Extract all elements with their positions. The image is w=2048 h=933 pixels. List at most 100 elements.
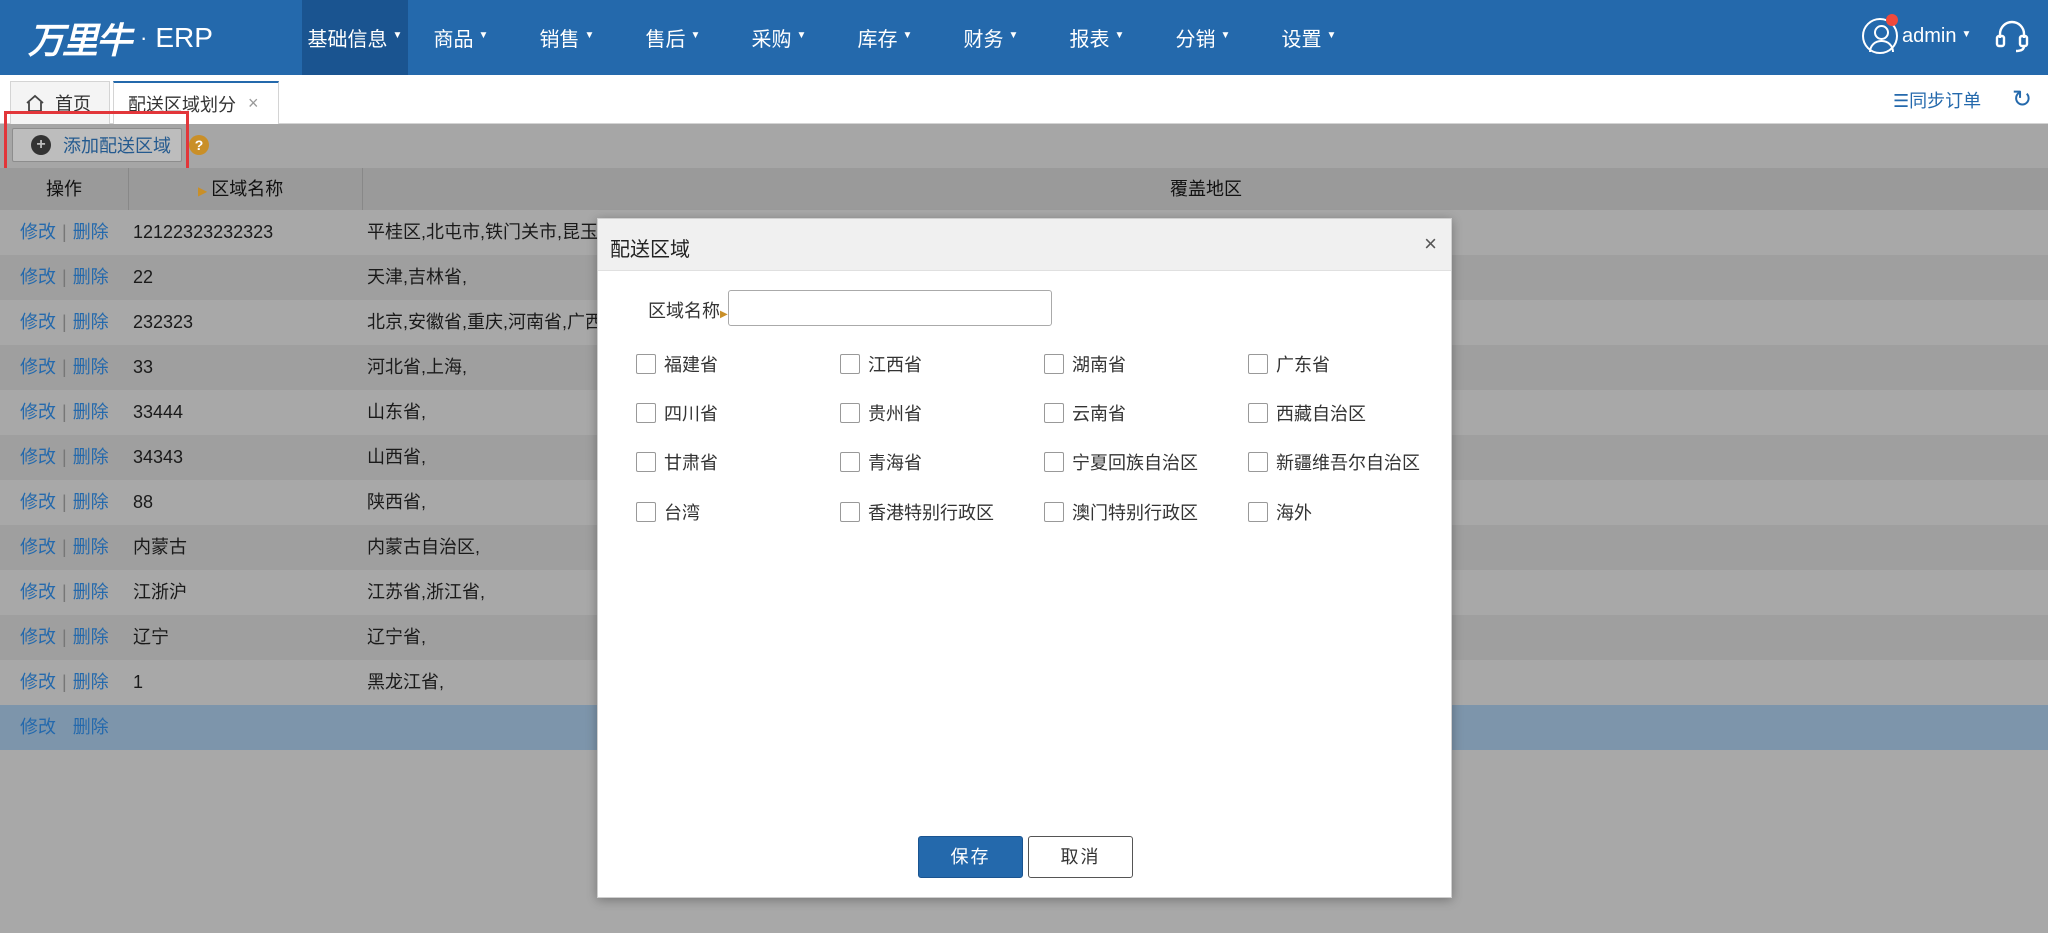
- edit-link[interactable]: 修改: [20, 447, 56, 467]
- province-checkbox[interactable]: 甘肃省: [636, 449, 718, 475]
- delete-link[interactable]: 删除: [73, 222, 109, 242]
- edit-link[interactable]: 修改: [20, 312, 56, 332]
- edit-link[interactable]: 修改: [20, 402, 56, 422]
- province-checkbox[interactable]: 四川省: [636, 400, 718, 426]
- delete-link[interactable]: 删除: [73, 717, 109, 737]
- headset-icon[interactable]: [1994, 18, 2030, 54]
- cancel-button[interactable]: 取消: [1028, 836, 1133, 878]
- area-name: 内蒙古: [133, 537, 187, 557]
- checkbox[interactable]: [1044, 403, 1064, 423]
- checkbox[interactable]: [840, 354, 860, 374]
- edit-link[interactable]: 修改: [20, 717, 56, 737]
- checkbox[interactable]: [636, 452, 656, 472]
- province-checkbox[interactable]: 贵州省: [840, 400, 922, 426]
- refresh-icon[interactable]: ↻: [2012, 85, 2032, 114]
- nav-label: 财务: [963, 29, 1004, 51]
- edit-link[interactable]: 修改: [20, 672, 56, 692]
- edit-link[interactable]: 修改: [20, 492, 56, 512]
- delete-link[interactable]: 删除: [73, 672, 109, 692]
- header-area-name[interactable]: ▶ 区域名称: [198, 168, 283, 210]
- province-checkbox[interactable]: 青海省: [840, 449, 922, 475]
- row-actions: 修改 | 删除: [20, 300, 109, 345]
- area-coverage: 河北省,上海,: [367, 357, 468, 377]
- nav-label: 销售: [539, 29, 580, 51]
- nav-label: 商品: [433, 29, 474, 51]
- delete-link[interactable]: 删除: [73, 627, 109, 647]
- checkbox[interactable]: [840, 403, 860, 423]
- checkbox[interactable]: [636, 403, 656, 423]
- delete-link[interactable]: 删除: [73, 447, 109, 467]
- edit-link[interactable]: 修改: [20, 537, 56, 557]
- close-icon[interactable]: ×: [1424, 231, 1437, 257]
- checkbox[interactable]: [1044, 502, 1064, 522]
- province-checkbox[interactable]: 广东省: [1248, 351, 1330, 377]
- checkbox[interactable]: [1248, 403, 1268, 423]
- delete-link[interactable]: 删除: [73, 312, 109, 332]
- help-icon[interactable]: ?: [189, 135, 209, 155]
- delete-link[interactable]: 删除: [73, 357, 109, 377]
- checkbox[interactable]: [1248, 354, 1268, 374]
- action-separator: |: [62, 492, 67, 512]
- province-checkbox[interactable]: 江西省: [840, 351, 922, 377]
- province-checkbox[interactable]: 湖南省: [1044, 351, 1126, 377]
- checkbox[interactable]: [636, 354, 656, 374]
- nav-basic-info[interactable]: 基础信息 ▼: [302, 0, 408, 75]
- nav-finance[interactable]: 财务 ▼: [938, 0, 1044, 75]
- checkbox[interactable]: [840, 452, 860, 472]
- delete-link[interactable]: 删除: [73, 402, 109, 422]
- edit-link[interactable]: 修改: [20, 582, 56, 602]
- province-checkbox[interactable]: 海外: [1248, 499, 1312, 525]
- area-coverage: 江苏省,浙江省,: [367, 582, 486, 602]
- province-checkbox[interactable]: 新疆维吾尔自治区: [1248, 449, 1420, 475]
- area-name-label: 区域名称▶: [648, 297, 728, 323]
- save-button[interactable]: 保存: [918, 836, 1023, 878]
- province-label: 甘肃省: [664, 453, 718, 473]
- delete-link[interactable]: 删除: [73, 582, 109, 602]
- province-checkbox[interactable]: 澳门特别行政区: [1044, 499, 1198, 525]
- province-checkbox[interactable]: 宁夏回族自治区: [1044, 449, 1198, 475]
- delete-link[interactable]: 删除: [73, 537, 109, 557]
- nav-distribution[interactable]: 分销 ▼: [1150, 0, 1256, 75]
- checkbox[interactable]: [1248, 452, 1268, 472]
- edit-link[interactable]: 修改: [20, 627, 56, 647]
- province-checkbox[interactable]: 香港特别行政区: [840, 499, 994, 525]
- chevron-down-icon: ▼: [1220, 30, 1231, 41]
- checkbox[interactable]: [1044, 452, 1064, 472]
- area-coverage: 陕西省,: [367, 492, 427, 512]
- delete-link[interactable]: 删除: [73, 267, 109, 287]
- nav-goods[interactable]: 商品 ▼: [408, 0, 514, 75]
- province-checkbox[interactable]: 西藏自治区: [1248, 400, 1366, 426]
- top-navbar: 万里牛 · ERP 基础信息 ▼ 商品 ▼ 销售 ▼ 售后 ▼ 采购 ▼ 库存 ▼ 财务 ▼ …: [0, 0, 2048, 75]
- nav-purchase[interactable]: 采购 ▼: [726, 0, 832, 75]
- area-name-input[interactable]: [728, 290, 1052, 326]
- nav-settings[interactable]: 设置 ▼: [1256, 0, 1362, 75]
- nav-after-sales[interactable]: 售后 ▼: [620, 0, 726, 75]
- toolbar: + 添加配送区域: [0, 124, 2048, 168]
- area-name: 88: [133, 492, 154, 512]
- checkbox[interactable]: [1044, 354, 1064, 374]
- province-checkbox[interactable]: 福建省: [636, 351, 718, 377]
- logo[interactable]: 万里牛 · ERP: [28, 10, 213, 66]
- checkbox[interactable]: [840, 502, 860, 522]
- delete-link[interactable]: 删除: [73, 492, 109, 512]
- area-name: 232323: [133, 312, 194, 332]
- chevron-down-icon: ▼: [1114, 30, 1125, 41]
- tab-bar: 首页 配送区域划分 × ☰同步订单 ↻: [0, 75, 2048, 124]
- edit-link[interactable]: 修改: [20, 267, 56, 287]
- edit-link[interactable]: 修改: [20, 357, 56, 377]
- dialog-title: 配送区域: [610, 239, 690, 261]
- sync-orders-button[interactable]: ☰同步订单: [1893, 87, 1981, 113]
- action-separator: |: [62, 312, 67, 332]
- nav-reports[interactable]: 报表 ▼: [1044, 0, 1150, 75]
- nav-inventory[interactable]: 库存 ▼: [832, 0, 938, 75]
- province-checkbox[interactable]: 云南省: [1044, 400, 1126, 426]
- nav-sales[interactable]: 销售 ▼: [514, 0, 620, 75]
- user-menu[interactable]: admin ▼: [1862, 14, 1971, 54]
- column-divider: [362, 168, 363, 210]
- checkbox[interactable]: [636, 502, 656, 522]
- checkbox[interactable]: [1248, 502, 1268, 522]
- close-tab-icon[interactable]: ×: [248, 93, 259, 114]
- chevron-down-icon: ▼: [478, 30, 489, 41]
- edit-link[interactable]: 修改: [20, 222, 56, 242]
- province-checkbox[interactable]: 台湾: [636, 499, 700, 525]
